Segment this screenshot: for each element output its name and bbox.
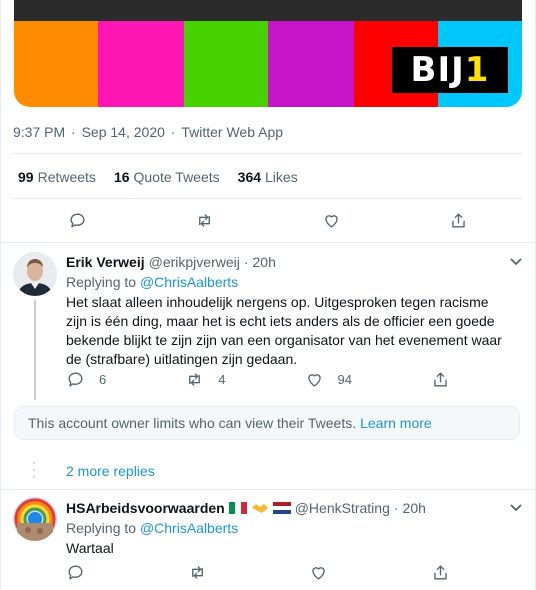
retweet-button[interactable] xyxy=(195,211,214,230)
reply-button[interactable] xyxy=(68,211,87,230)
reply-count: 6 xyxy=(99,372,107,387)
limited-visibility-notice: This account owner limits who can view t… xyxy=(14,406,520,440)
reply-text: Wartaal xyxy=(66,540,114,556)
likes-stat[interactable]: 364 Likes xyxy=(238,169,298,185)
chevron-down-icon xyxy=(510,504,522,512)
more-replies-link[interactable]: 2 more replies xyxy=(66,463,155,479)
tweet-actions xyxy=(68,211,468,230)
like-icon xyxy=(307,374,321,387)
share-icon xyxy=(452,213,465,228)
like-button[interactable] xyxy=(309,563,328,582)
like-button[interactable] xyxy=(322,211,341,230)
retweet-button[interactable] xyxy=(188,563,207,582)
author-handle[interactable]: @erikpjverweij xyxy=(149,254,240,270)
reply-time[interactable]: 20h xyxy=(403,500,426,516)
handshake-icon xyxy=(251,504,268,513)
reply-icon xyxy=(68,372,83,387)
chevron-down-icon xyxy=(510,258,522,266)
retweet-icon xyxy=(191,566,203,579)
bij1-logo: BIJ1 xyxy=(392,47,508,93)
reply-header: Erik Verweij @erikpjverweij · 20h xyxy=(66,254,276,270)
replying-to: Replying to @ChrisAalberts xyxy=(66,274,239,290)
reply-actions: 6 4 94 xyxy=(66,370,450,389)
netherlands-flag-icon xyxy=(272,502,291,514)
divider xyxy=(0,489,536,490)
author-name[interactable]: HSArbeidsvoorwaarden xyxy=(66,500,225,516)
reply-actions xyxy=(66,563,450,582)
replying-to-link[interactable]: @ChrisAalberts xyxy=(140,274,238,290)
author-handle[interactable]: @HenkStrating xyxy=(295,500,390,516)
reply-button[interactable]: 6 xyxy=(66,370,106,389)
share-icon xyxy=(434,372,447,387)
notice-text: This account owner limits who can view t… xyxy=(28,415,357,431)
like-icon xyxy=(312,567,326,580)
color-bar xyxy=(98,21,184,107)
reply-icon xyxy=(70,213,85,228)
learn-more-link[interactable]: Learn more xyxy=(360,415,432,431)
tweet-time[interactable]: 9:37 PM xyxy=(13,124,65,140)
quote-tweets-stat[interactable]: 16 Quote Tweets xyxy=(114,169,220,185)
media-color-bars: BIJ1 xyxy=(14,21,522,107)
share-icon xyxy=(434,565,447,580)
avatar[interactable] xyxy=(13,252,57,296)
share-button[interactable] xyxy=(431,563,450,582)
italy-flag-icon xyxy=(228,502,247,514)
share-button[interactable] xyxy=(431,370,450,389)
more-replies-dots xyxy=(33,462,36,478)
replying-to: Replying to @ChrisAalberts xyxy=(66,520,239,536)
retweet-button[interactable]: 4 xyxy=(185,370,225,389)
author-name[interactable]: Erik Verweij xyxy=(66,254,145,270)
retweets-stat[interactable]: 99 Retweets xyxy=(18,169,96,185)
divider xyxy=(13,198,522,199)
tweet-stats: 99 Retweets 16 Quote Tweets 364 Likes xyxy=(18,169,298,185)
more-options-button[interactable] xyxy=(508,499,524,515)
reply-text: Het slaat alleen inhoudelijk nergens op.… xyxy=(66,294,502,367)
frame-border-left xyxy=(0,0,1,590)
reply-button[interactable] xyxy=(66,563,85,582)
reply-header: HSArbeidsvoorwaarden @HenkStrating · 20h xyxy=(66,500,426,516)
color-bar xyxy=(184,21,268,107)
divider xyxy=(0,242,536,243)
divider xyxy=(13,153,522,154)
retweet-count: 4 xyxy=(218,372,226,387)
retweet-icon xyxy=(189,373,201,386)
thread-line xyxy=(34,300,36,400)
tweet-media-image[interactable]: BIJ1 xyxy=(14,0,522,107)
retweet-icon xyxy=(199,214,210,227)
like-button[interactable]: 94 xyxy=(305,370,352,389)
avatar[interactable] xyxy=(13,497,57,541)
replying-to-link[interactable]: @ChrisAalberts xyxy=(140,520,238,536)
media-top-band xyxy=(14,0,522,21)
reply-icon xyxy=(68,565,83,580)
color-bar xyxy=(14,21,98,107)
like-count: 94 xyxy=(337,372,352,387)
more-options-button[interactable] xyxy=(508,253,524,269)
share-button[interactable] xyxy=(449,211,468,230)
tweet-date[interactable]: Sep 14, 2020 xyxy=(82,124,165,140)
like-icon xyxy=(325,215,338,228)
reply-time[interactable]: 20h xyxy=(253,254,276,270)
color-bar xyxy=(268,21,354,107)
tweet-meta: 9:37 PM · Sep 14, 2020 · Twitter Web App xyxy=(13,124,284,140)
tweet-source[interactable]: Twitter Web App xyxy=(181,124,283,140)
